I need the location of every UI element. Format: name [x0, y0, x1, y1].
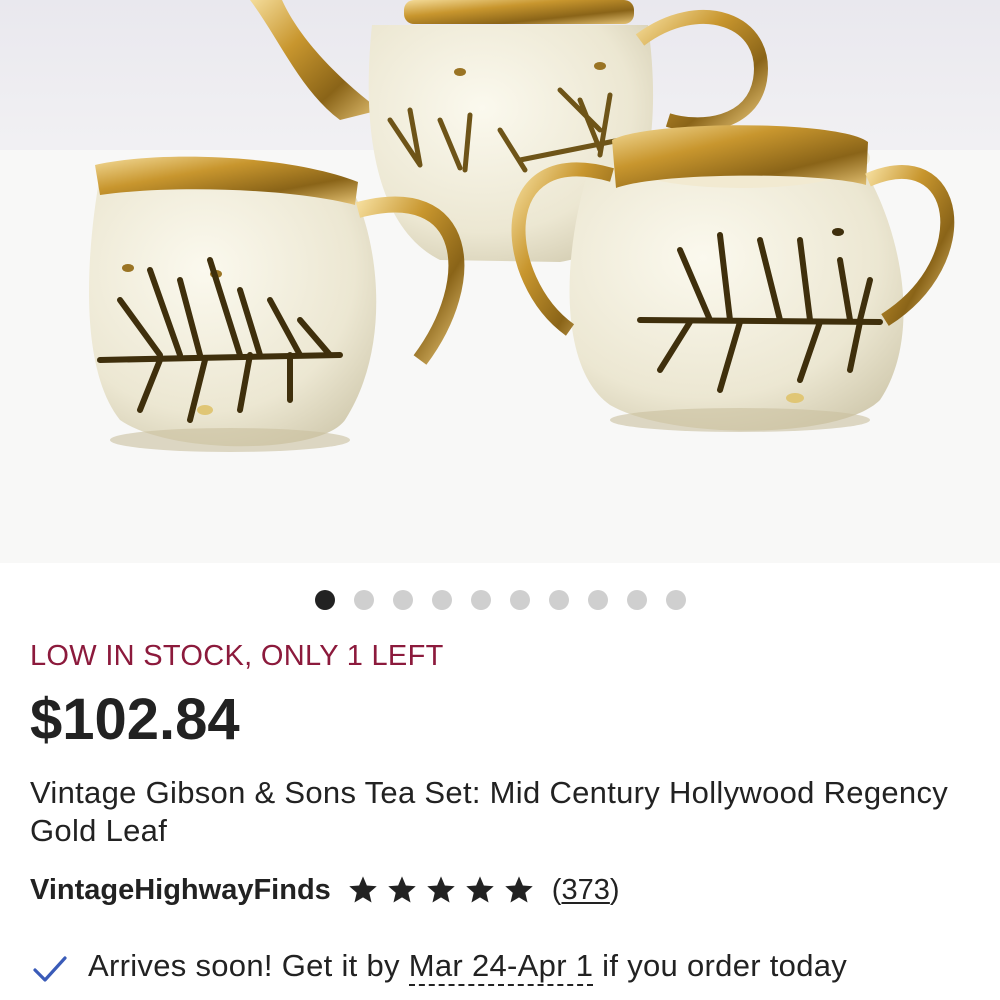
listing-title: Vintage Gibson & Sons Tea Set: Mid Centu…: [30, 775, 949, 848]
carousel-dot[interactable]: [588, 590, 608, 610]
star-rating: [347, 874, 542, 906]
product-image[interactable]: [0, 0, 1000, 563]
carousel-dot[interactable]: [393, 590, 413, 610]
delivery-text: Arrives soon! Get it by Mar 24-Apr 1 if …: [88, 948, 848, 986]
review-count-link[interactable]: (373): [552, 874, 620, 907]
star-icon: [388, 876, 416, 903]
carousel-dot[interactable]: [549, 590, 569, 610]
carousel-dot[interactable]: [627, 590, 647, 610]
review-count: 373: [561, 873, 610, 906]
carousel-dot[interactable]: [510, 590, 530, 610]
delivery-estimate: Arrives soon! Get it by Mar 24-Apr 1 if …: [30, 944, 847, 988]
seller-rating-row: VintageHighwayFinds (373): [30, 868, 620, 912]
star-icon: [505, 876, 533, 903]
carousel-dot[interactable]: [432, 590, 452, 610]
carousel-dot[interactable]: [315, 590, 335, 610]
carousel-dot[interactable]: [666, 590, 686, 610]
product-photo: [0, 0, 1000, 563]
price: $102.84: [30, 687, 240, 752]
stock-status: LOW IN STOCK, ONLY 1 LEFT: [30, 640, 444, 672]
star-icon: [466, 876, 494, 903]
shop-name-link[interactable]: VintageHighwayFinds: [30, 874, 331, 907]
delivery-prefix: Arrives soon! Get it by: [88, 948, 409, 983]
carousel-dot[interactable]: [354, 590, 374, 610]
star-icon: [349, 876, 377, 903]
delivery-date-link[interactable]: Mar 24-Apr 1: [408, 948, 594, 986]
image-carousel-dots: [0, 588, 1000, 612]
delivery-suffix: if you order today: [593, 948, 848, 983]
reviews-close-paren: ): [609, 873, 620, 906]
check-icon: [33, 956, 67, 982]
carousel-dot[interactable]: [471, 590, 491, 610]
star-icon: [427, 876, 455, 903]
